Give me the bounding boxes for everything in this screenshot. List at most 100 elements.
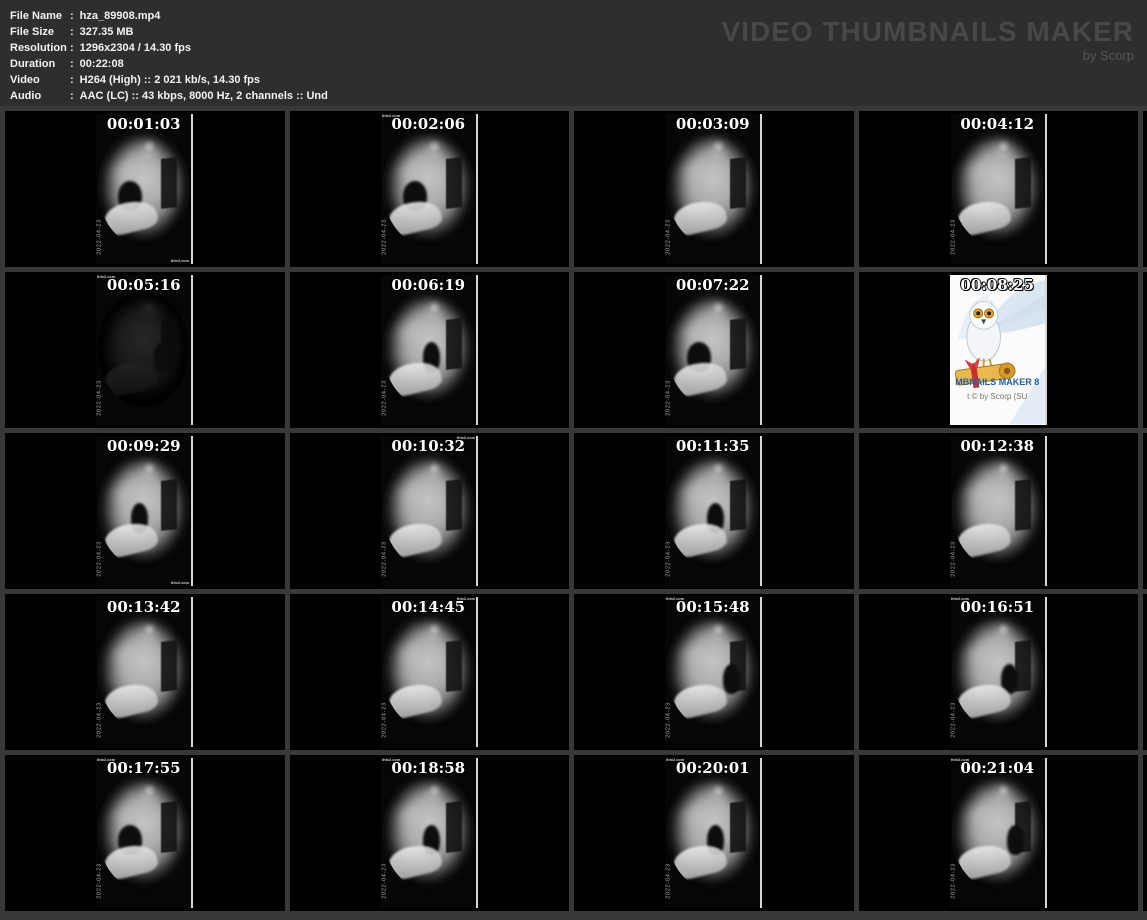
fisheye-image — [667, 613, 759, 729]
meta-separator: : — [70, 58, 74, 70]
meta-value: hza_89908.mp4 — [79, 10, 161, 22]
fisheye-image — [382, 774, 474, 890]
video-frame: 2022-04-23 00:04:12 — [949, 114, 1047, 264]
thumbnail-cell: 2022-04-23 thtx2.com 00:16:51 — [858, 594, 1138, 750]
meta-value: 327.35 MB — [79, 26, 134, 38]
camera-date-overlay: 2022-04-23 — [950, 541, 956, 577]
thumbnail-cell: 2022-04-23 thtx2.com 00:21:04 — [858, 755, 1138, 911]
video-frame: 2022-04-23 thtx2.com 00:20:01 — [665, 758, 763, 908]
meta-separator: : — [70, 26, 74, 38]
logo-copyright: t © by Scorp (SU — [967, 392, 1028, 401]
person-figure — [422, 342, 440, 373]
fisheye-image — [382, 452, 474, 568]
video-frame: 2022-04-23 00:07:22 — [665, 275, 763, 425]
thumbnail-cell: 2022-04-23 00:07:22 — [574, 272, 854, 428]
camera-date-overlay: 2022-04-23 — [950, 702, 956, 738]
app-logo: VIDEO THUMBNAILS MAKER by Scorp — [722, 16, 1134, 63]
thumbnail-cell: 2022-04-23 00:12:38 — [858, 433, 1138, 589]
thumbnail-cell: 2022-04-23 thtx2.com 00:05:16 — [5, 272, 285, 428]
person-figure — [118, 825, 143, 856]
camera-date-overlay: 2022-04-23 — [381, 219, 387, 255]
fisheye-image — [667, 130, 759, 246]
video-frame: 2022-04-23 thtx2.com 00:09:29 — [96, 436, 194, 586]
meta-label: Resolution — [10, 42, 67, 54]
meta-value: AAC (LC) :: 43 kbps, 8000 Hz, 2 channels… — [79, 90, 328, 102]
meta-row: File Name: hza_89908.mp4 — [10, 8, 328, 24]
person-figure — [118, 181, 143, 212]
thumbnail-cell: 2022-04-23 thtx2.com 00:20:01 — [574, 755, 854, 911]
thumbnail-timestamp: 00:15:48 — [675, 598, 750, 616]
camera-date-overlay: 2022-04-23 — [666, 380, 672, 416]
file-metadata: File Name: hza_89908.mp4 File Size:327.35 … — [10, 8, 328, 104]
meta-row: Resolution:1296x2304 / 14.30 fps — [10, 40, 328, 56]
camera-date-overlay: 2022-04-23 — [666, 863, 672, 899]
thumbnail-cell: 2022-04-23 00:03:09 — [574, 111, 854, 267]
video-frame: 2022-04-23 thtx2.com 00:14:45 — [380, 597, 478, 747]
meta-row: File Size:327.35 MB — [10, 24, 328, 40]
camera-date-overlay: 2022-04-23 — [97, 702, 103, 738]
camera-date-overlay: 2022-04-23 — [666, 219, 672, 255]
meta-separator: : — [70, 74, 74, 86]
camera-date-overlay: 2022-04-23 — [97, 219, 103, 255]
video-frame: 2022-04-23 thtx2.com 00:05:16 — [96, 275, 194, 425]
video-frame: 2022-04-23 thtx2.com 00:02:06 — [380, 114, 478, 264]
thumbnail-cell: 2022-04-23 thtx2.com 00:02:06 — [289, 111, 569, 267]
thumbnail-timestamp: 00:18:58 — [391, 759, 466, 777]
header: File Name: hza_89908.mp4 File Size:327.35 … — [0, 0, 1147, 106]
thumbnail-cell: 2022-04-23 thtx2.com 00:10:32 — [289, 433, 569, 589]
video-frame: 2022-04-23 thtx2.com 00:17:55 — [96, 758, 194, 908]
fisheye-image — [667, 452, 759, 568]
camera-date-overlay: 2022-04-23 — [381, 702, 387, 738]
video-frame: MBNAILS MAKER 8 t © by Scorp (SU 00:08:25 — [949, 275, 1047, 425]
fisheye-image — [98, 291, 190, 407]
fisheye-image — [951, 774, 1043, 890]
fisheye-image — [667, 774, 759, 890]
person-figure — [687, 342, 712, 373]
thumbnail-timestamp: 00:12:38 — [960, 437, 1035, 455]
thumbnail-timestamp: 00:10:32 — [391, 437, 466, 455]
person-figure — [707, 825, 725, 856]
thumbnail-cell: MBNAILS MAKER 8 t © by Scorp (SU 00:08:25 — [858, 272, 1138, 428]
thumbnail-timestamp: 00:07:22 — [675, 276, 750, 294]
person-figure — [707, 503, 725, 534]
thumbnail-grid: 2022-04-23 thtx2.com 00:01:03 2022-04-23 tht… — [0, 106, 1147, 920]
meta-row: Video: H264 (High) :: 2 021 kb/s, 14.30 f… — [10, 72, 328, 88]
video-frame: 2022-04-23 00:06:19 — [380, 275, 478, 425]
meta-separator: : — [70, 42, 74, 54]
thumbnail-timestamp: 00:03:09 — [675, 115, 750, 133]
camera-date-overlay: 2022-04-23 — [381, 863, 387, 899]
meta-label: Duration — [10, 58, 56, 70]
meta-value: H264 (High) :: 2 021 kb/s, 14.30 fps — [79, 74, 261, 86]
grid-edge-sliver — [1143, 272, 1147, 428]
video-frame: 2022-04-23 thtx2.com 00:15:48 — [665, 597, 763, 747]
fisheye-image — [382, 291, 474, 407]
meta-label: Audio — [10, 90, 42, 102]
person-figure — [153, 342, 171, 373]
thumbnail-cell: 2022-04-23 00:11:35 — [574, 433, 854, 589]
thumbnail-timestamp: 00:05:16 — [106, 276, 181, 294]
camera-date-overlay: 2022-04-23 — [97, 380, 103, 416]
camera-date-overlay: 2022-04-23 — [97, 863, 103, 899]
thumbnail-timestamp: 00:06:19 — [391, 276, 466, 294]
meta-label: Video — [10, 74, 40, 86]
meta-label: File Name — [10, 10, 62, 22]
grid-edge-sliver — [1143, 111, 1147, 267]
camera-date-overlay: 2022-04-23 — [666, 702, 672, 738]
thumbnail-cell: 2022-04-23 thtx2.com 00:01:03 — [5, 111, 285, 267]
meta-separator: : — [70, 10, 74, 22]
thumbnail-timestamp: 00:04:12 — [960, 115, 1035, 133]
fisheye-image — [382, 613, 474, 729]
thumbnail-cell: 2022-04-23 00:04:12 — [858, 111, 1138, 267]
video-frame: 2022-04-23 00:13:42 — [96, 597, 194, 747]
camera-date-overlay: 2022-04-23 — [950, 219, 956, 255]
person-figure — [131, 503, 148, 534]
camera-date-overlay: 2022-04-23 — [950, 863, 956, 899]
thumbnail-timestamp: 00:02:06 — [391, 115, 466, 133]
meta-row: Duration:00:22:08 — [10, 56, 328, 72]
site-watermark: thtx2.com — [171, 259, 190, 263]
meta-label: File Size — [10, 26, 55, 38]
site-watermark: thtx2.com — [171, 581, 190, 585]
grid-edge-sliver — [1143, 594, 1147, 750]
video-frame: 2022-04-23 thtx2.com 00:01:03 — [96, 114, 194, 264]
meta-row: Audio: AAC (LC) :: 43 kbps, 8000 Hz, 2 ch… — [10, 88, 328, 104]
